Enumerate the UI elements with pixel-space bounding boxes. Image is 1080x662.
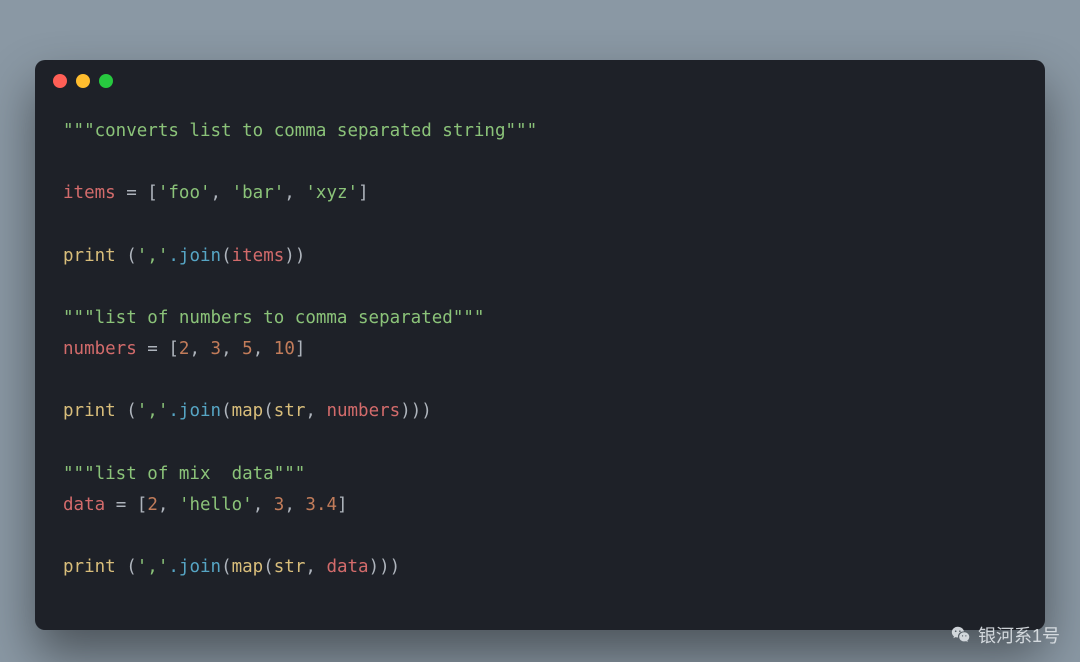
punct: , (284, 495, 305, 515)
punct: ))) (400, 401, 432, 421)
close-icon[interactable] (53, 74, 67, 88)
wechat-icon (950, 624, 972, 646)
punct: = [ (137, 339, 179, 359)
identifier: data (63, 495, 105, 515)
number: 3.4 (305, 495, 337, 515)
builtin: map (232, 401, 264, 421)
punct: , (158, 495, 179, 515)
punct: , (211, 183, 232, 203)
punct: , (253, 339, 274, 359)
punct: = [ (105, 495, 147, 515)
docstring: """converts list to comma separated stri… (63, 121, 537, 141)
string: ',' (137, 557, 169, 577)
identifier: numbers (63, 339, 137, 359)
code-window: """converts list to comma separated stri… (35, 60, 1045, 630)
number: 3 (274, 495, 285, 515)
string: 'xyz' (305, 183, 358, 203)
punct: , (284, 183, 305, 203)
punct: , (189, 339, 210, 359)
punct: ( (221, 401, 232, 421)
number: 5 (242, 339, 253, 359)
method: .join (168, 246, 221, 266)
builtin: print (63, 246, 116, 266)
punct: ( (221, 557, 232, 577)
code-block: """converts list to comma separated stri… (35, 102, 1045, 603)
builtin: print (63, 401, 116, 421)
builtin: print (63, 557, 116, 577)
number: 2 (179, 339, 190, 359)
string: 'bar' (232, 183, 285, 203)
punct: , (253, 495, 274, 515)
watermark: 银河系1号 (950, 622, 1060, 648)
punct: ( (116, 246, 137, 266)
identifier: numbers (326, 401, 400, 421)
string: 'foo' (158, 183, 211, 203)
punct: , (305, 401, 326, 421)
number: 3 (211, 339, 222, 359)
docstring: """list of numbers to comma separated""" (63, 308, 484, 328)
number: 10 (274, 339, 295, 359)
number: 2 (147, 495, 158, 515)
punct: ( (116, 557, 137, 577)
punct: ))) (369, 557, 401, 577)
method: .join (168, 401, 221, 421)
punct: )) (284, 246, 305, 266)
punct: = [ (116, 183, 158, 203)
docstring: """list of mix data""" (63, 464, 305, 484)
builtin: str (274, 401, 306, 421)
string: ',' (137, 401, 169, 421)
punct: , (305, 557, 326, 577)
punct: ( (221, 246, 232, 266)
string: 'hello' (179, 495, 253, 515)
builtin: map (232, 557, 264, 577)
identifier: items (232, 246, 285, 266)
identifier: data (326, 557, 368, 577)
method: .join (168, 557, 221, 577)
punct: ] (295, 339, 306, 359)
punct: ( (116, 401, 137, 421)
punct: ( (263, 557, 274, 577)
maximize-icon[interactable] (99, 74, 113, 88)
punct: , (221, 339, 242, 359)
string: ',' (137, 246, 169, 266)
punct: ( (263, 401, 274, 421)
minimize-icon[interactable] (76, 74, 90, 88)
punct: ] (337, 495, 348, 515)
identifier: items (63, 183, 116, 203)
builtin: str (274, 557, 306, 577)
window-titlebar (35, 60, 1045, 102)
punct: ] (358, 183, 369, 203)
watermark-text: 银河系1号 (978, 622, 1060, 648)
